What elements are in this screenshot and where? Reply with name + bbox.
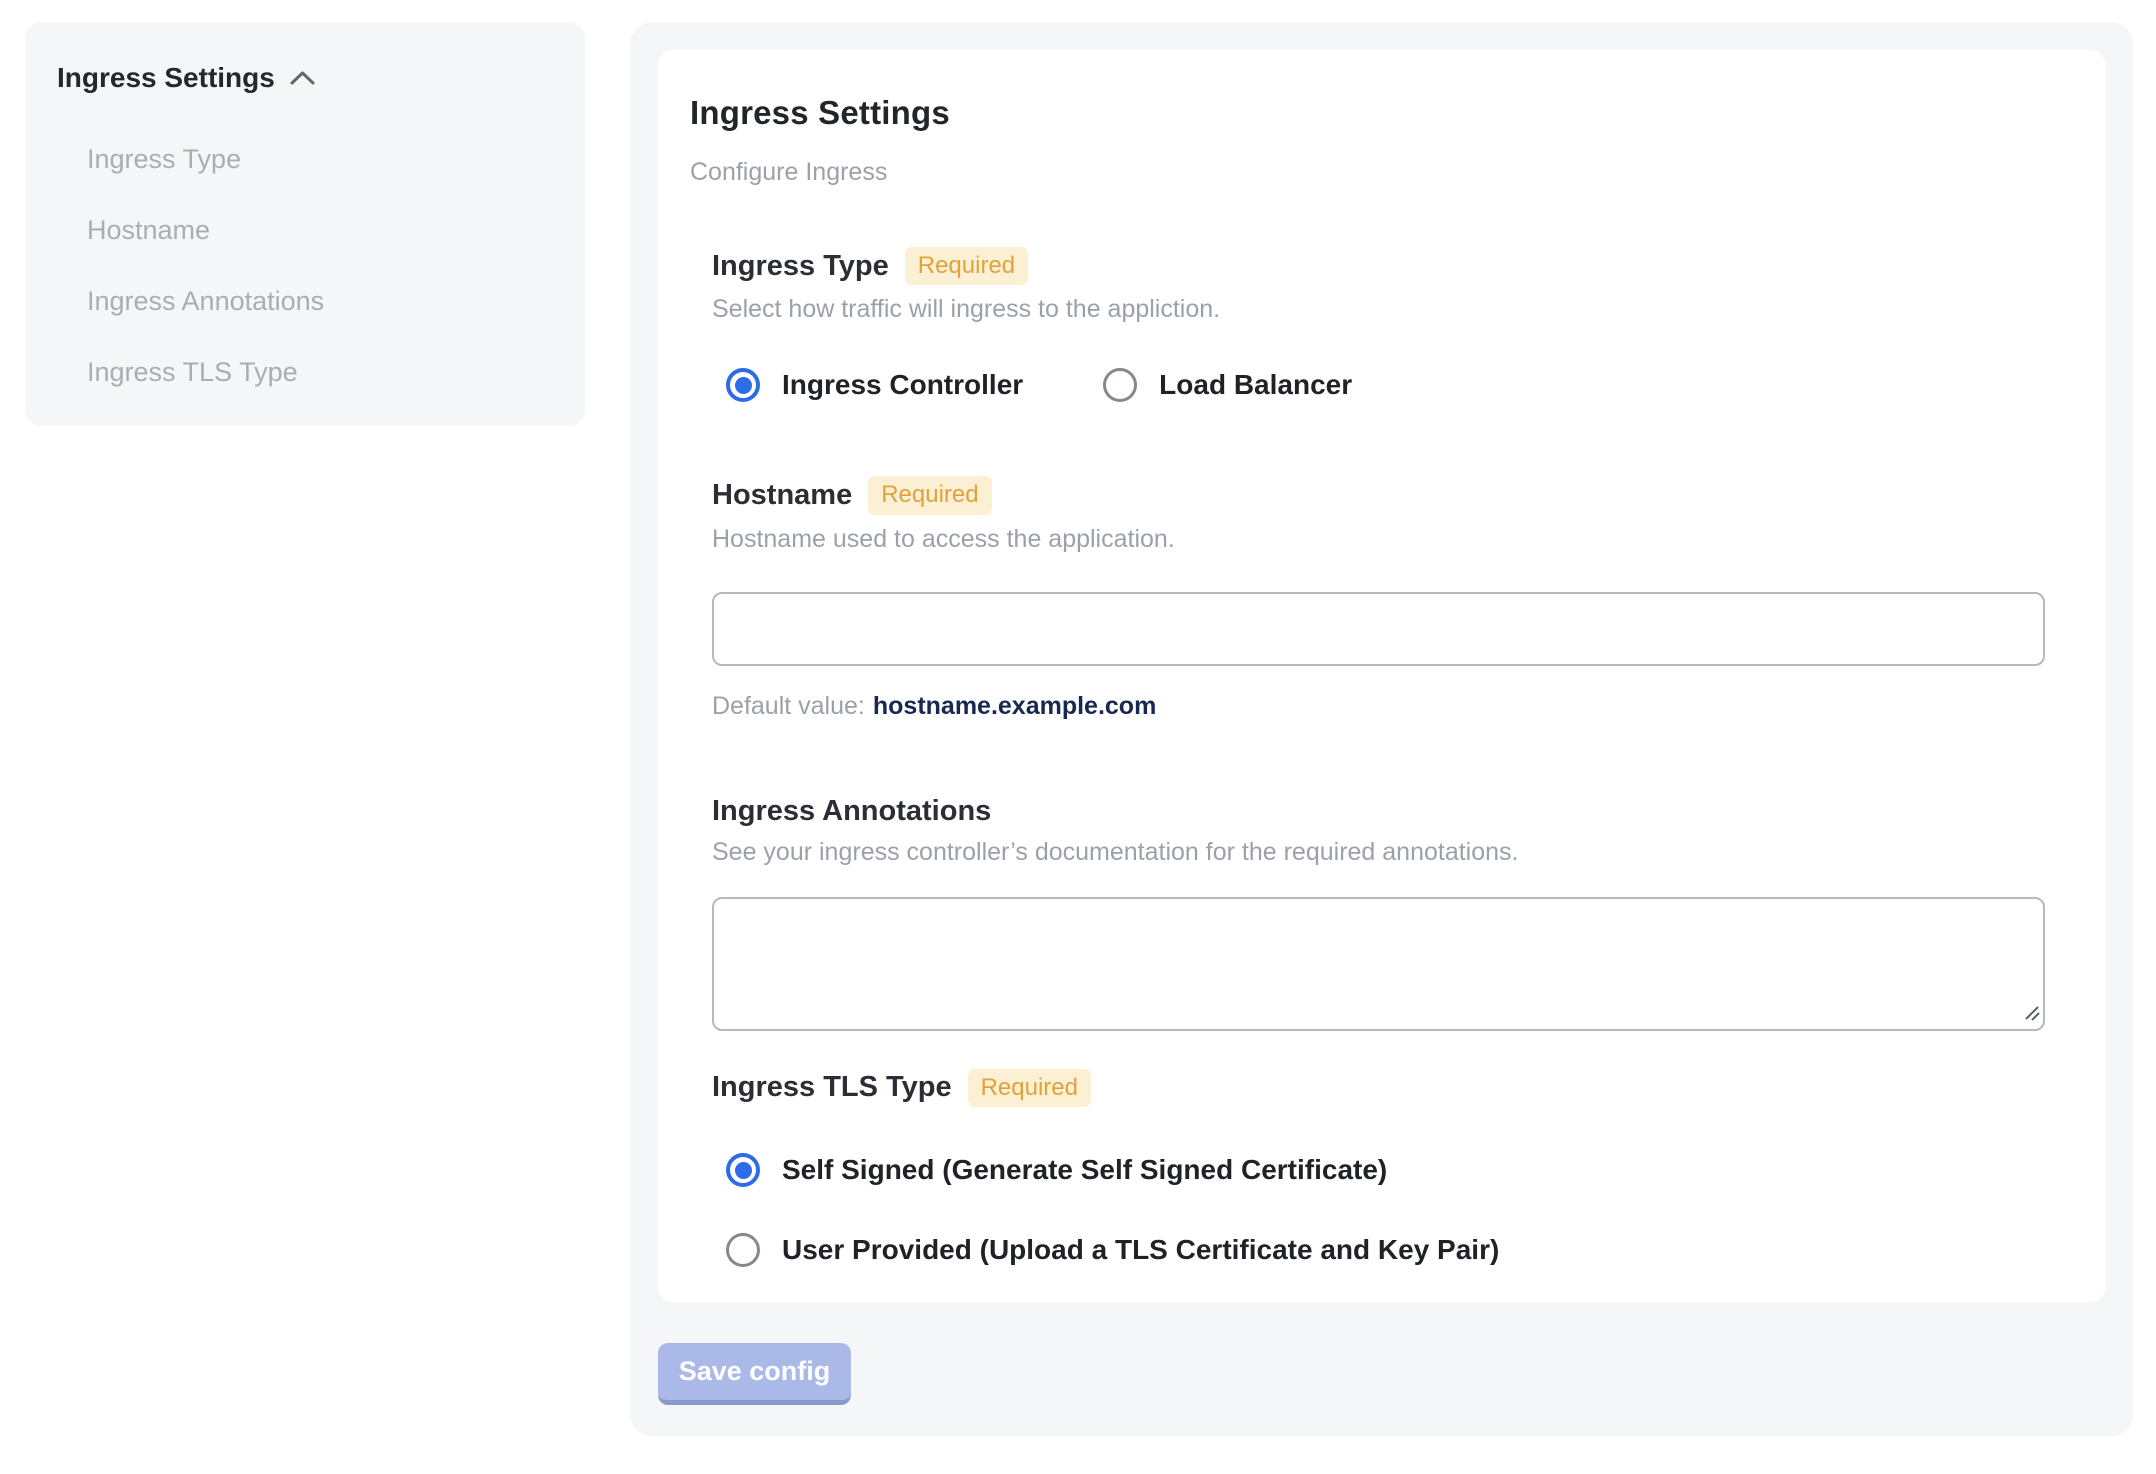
save-config-button[interactable]: Save config (658, 1343, 851, 1405)
radio-unselected-icon[interactable] (726, 1233, 760, 1268)
ingress-type-options: Ingress Controller Load Balancer (726, 368, 2045, 403)
default-value-label: Default value: (712, 691, 865, 720)
page-subtitle: Configure Ingress (690, 158, 888, 186)
sidebar-item-ingress-annotations[interactable]: Ingress Annotations (57, 266, 553, 337)
chevron-up-icon (289, 68, 316, 88)
hostname-input[interactable] (712, 591, 2045, 666)
sidebar-item-ingress-type[interactable]: Ingress Type (57, 124, 553, 195)
page-title: Ingress Settings (690, 94, 950, 131)
form-sections: Ingress Type Required Select how traffic… (712, 247, 2045, 1268)
hostname-description: Hostname used to access the application. (712, 524, 1175, 553)
default-value: hostname.example.com (872, 691, 1157, 720)
required-badge: Required (967, 1068, 1091, 1108)
radio-option-self-signed[interactable]: Self Signed (Generate Self Signed Certif… (726, 1153, 2045, 1188)
ingress-annotations-textarea[interactable] (712, 896, 2045, 1031)
sidebar-items: Ingress Type Hostname Ingress Annotation… (57, 124, 553, 408)
radio-selected-icon[interactable] (726, 1153, 760, 1188)
ingress-type-label: Ingress Type (712, 249, 889, 282)
radio-option-ingress-controller[interactable]: Ingress Controller (726, 368, 1023, 403)
sidebar-section-ingress-settings[interactable]: Ingress Settings (57, 58, 553, 98)
radio-option-user-provided[interactable]: User Provided (Upload a TLS Certificate … (726, 1233, 2045, 1268)
section-hostname: Hostname Required Hostname used to acces… (712, 476, 2045, 720)
radio-selected-icon[interactable] (726, 368, 760, 403)
ingress-tls-type-options: Self Signed (Generate Self Signed Certif… (726, 1153, 2045, 1268)
ingress-settings-panel: Ingress Settings Configure Ingress Ingre… (630, 22, 2133, 1436)
required-badge: Required (904, 247, 1029, 286)
section-ingress-type: Ingress Type Required Select how traffic… (712, 247, 2045, 403)
ingress-type-description: Select how traffic will ingress to the a… (712, 295, 1221, 324)
ingress-tls-type-label: Ingress TLS Type (712, 1071, 952, 1104)
radio-unselected-icon[interactable] (1103, 368, 1138, 403)
section-ingress-tls-type: Ingress TLS Type Required Self Signed (G… (712, 1068, 2045, 1268)
sidebar-item-hostname[interactable]: Hostname (57, 195, 553, 266)
radio-option-load-balancer[interactable]: Load Balancer (1103, 368, 1352, 403)
radio-label[interactable]: Ingress Controller (782, 369, 1023, 401)
hostname-label: Hostname (712, 479, 853, 512)
section-ingress-annotations: Ingress Annotations See your ingress con… (712, 795, 2045, 1031)
ingress-annotations-description: See your ingress controller’s documentat… (712, 837, 1519, 866)
radio-label[interactable]: Load Balancer (1159, 369, 1352, 401)
sidebar-item-ingress-tls-type[interactable]: Ingress TLS Type (57, 337, 553, 408)
ingress-annotations-label: Ingress Annotations (712, 794, 992, 827)
textarea-resize-handle[interactable] (2022, 1003, 2040, 1026)
settings-nav-sidebar: Ingress Settings Ingress Type Hostname I… (25, 22, 585, 426)
ingress-settings-card: Ingress Settings Configure Ingress Ingre… (658, 50, 2105, 1302)
radio-label[interactable]: User Provided (Upload a TLS Certificate … (782, 1234, 1499, 1266)
radio-label[interactable]: Self Signed (Generate Self Signed Certif… (782, 1154, 1387, 1186)
hostname-default-line: Default value: hostname.example.com (712, 692, 2045, 721)
sidebar-section-title: Ingress Settings (57, 62, 275, 93)
required-badge: Required (868, 476, 992, 515)
